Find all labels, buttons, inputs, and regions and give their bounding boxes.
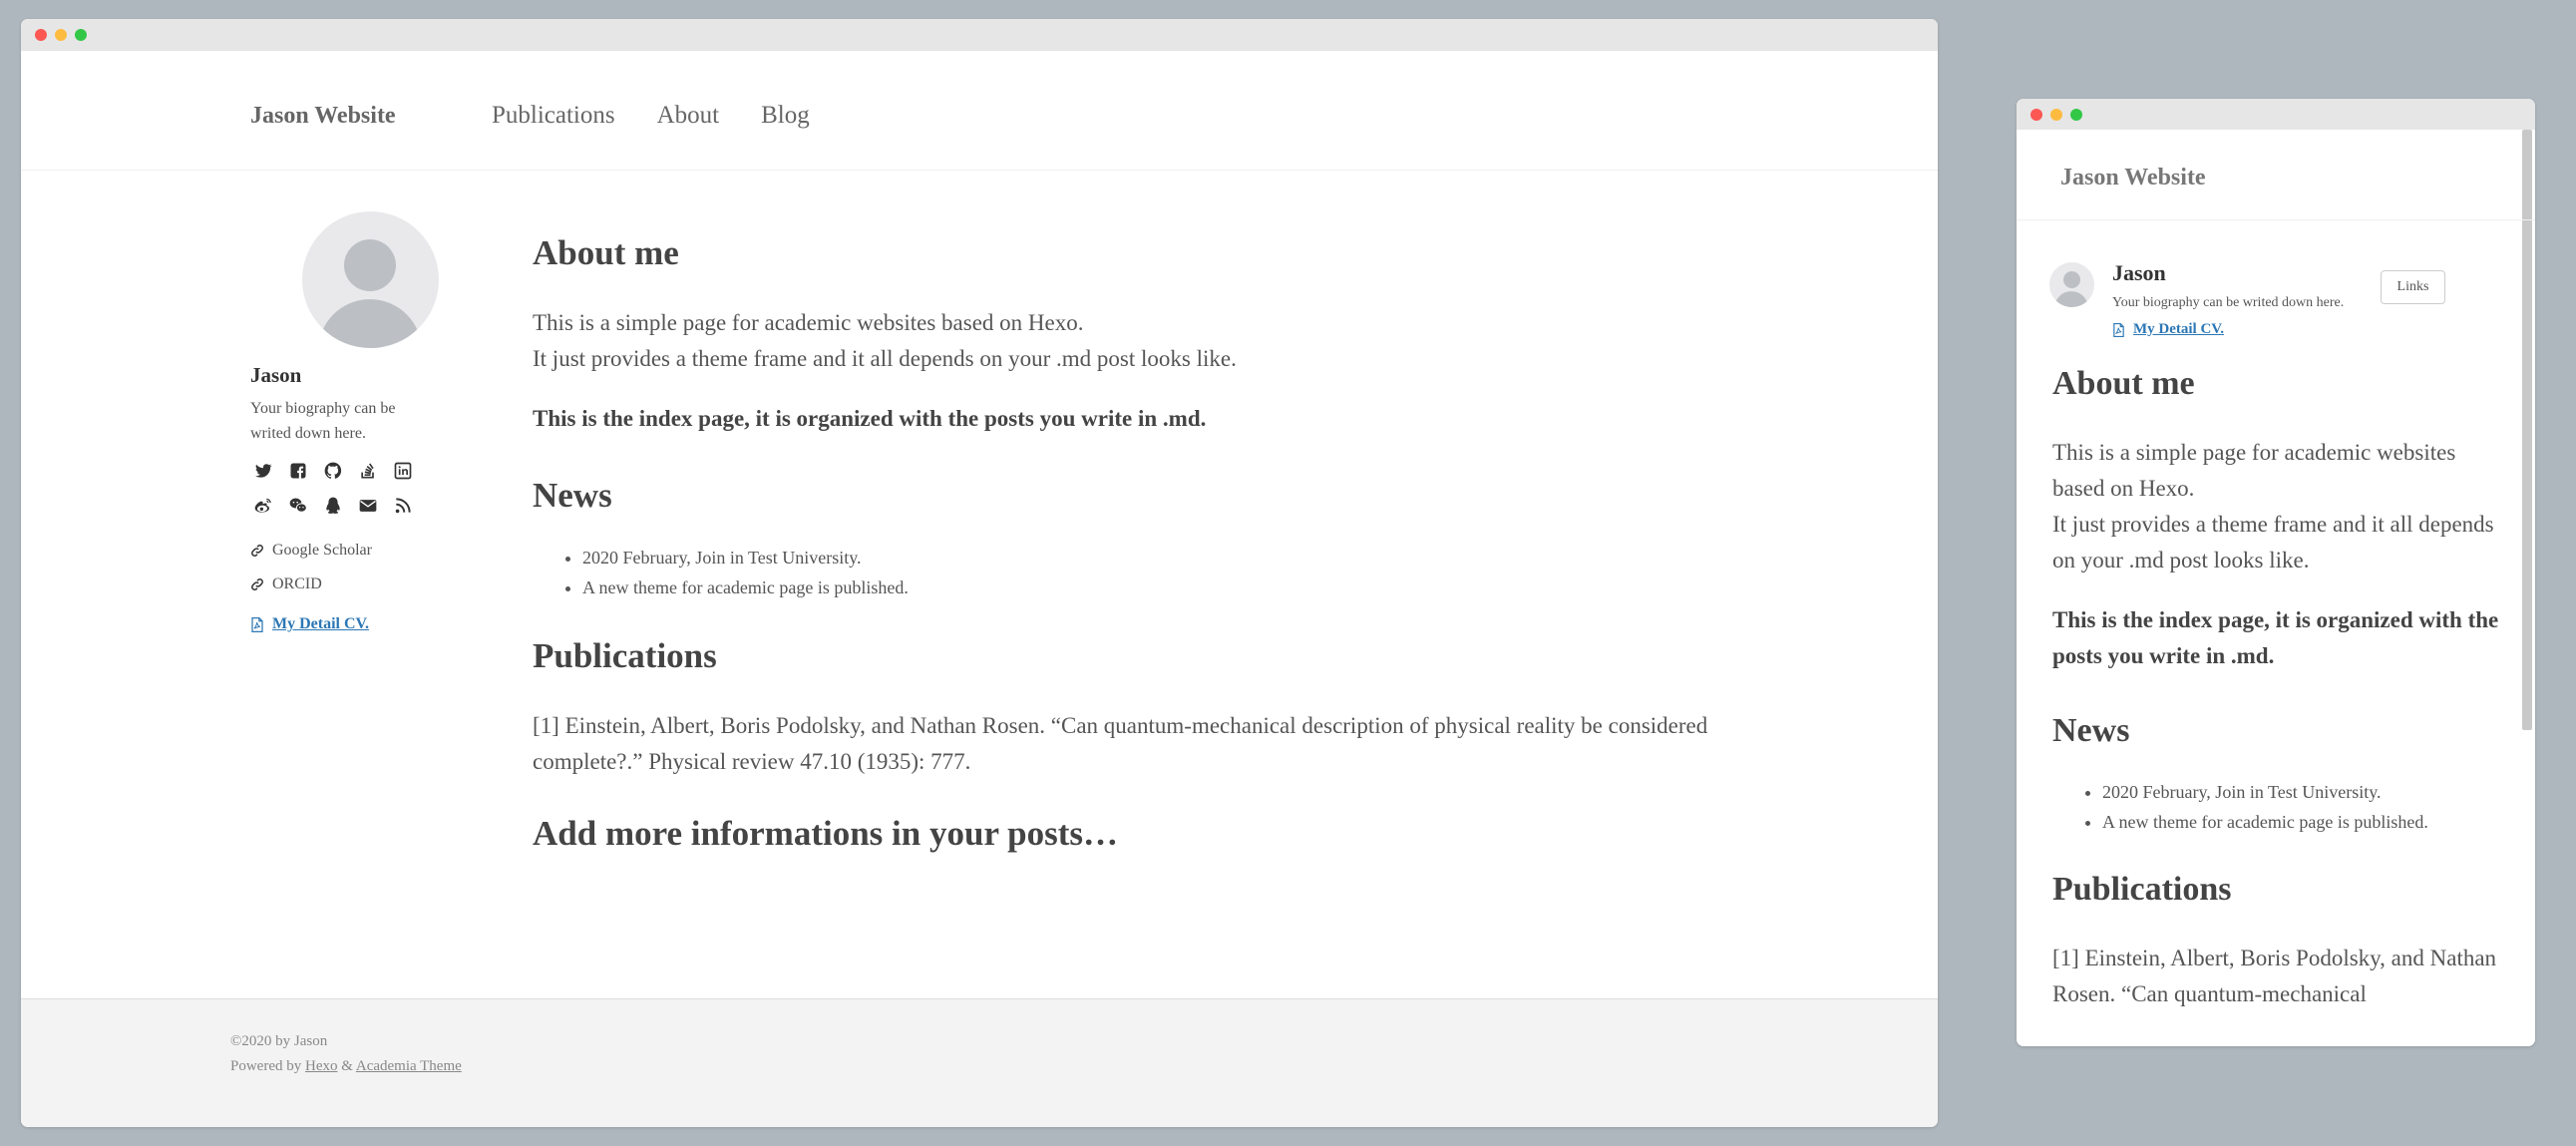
- minimize-window-button[interactable]: [2050, 109, 2062, 121]
- profile-name: Jason: [250, 363, 302, 387]
- link-icon: [251, 578, 263, 590]
- about-bold: This is the index page, it is organized …: [2052, 607, 2499, 668]
- twitter-icon[interactable]: [250, 458, 275, 483]
- profile-sidebar: Jason Your biography can be writed down …: [250, 211, 450, 633]
- profile-bio: Your biography can be writed down here.: [250, 400, 396, 442]
- rss-icon[interactable]: [390, 493, 415, 518]
- link-label: ORCID: [272, 575, 322, 592]
- about-line-2: It just provides a theme frame and it al…: [533, 346, 1237, 371]
- news-list: 2020 February, Join in Test University. …: [2052, 777, 2500, 837]
- qq-icon[interactable]: [320, 493, 345, 518]
- footer: ©2020 by Jason Powered by Hexo & Academi…: [21, 998, 1938, 1127]
- window-titlebar: [21, 19, 1938, 51]
- news-list: 2020 February, Join in Test University. …: [533, 543, 1709, 602]
- copyright-text: ©2020 by Jason: [230, 1033, 328, 1049]
- news-item: A new theme for academic page is publish…: [2102, 807, 2500, 837]
- google-scholar-link[interactable]: Google Scholar: [250, 534, 450, 568]
- social-icons-row-2: [250, 493, 450, 518]
- pdf-file-icon: [2113, 322, 2124, 337]
- minimize-window-button[interactable]: [55, 29, 67, 41]
- linkedin-icon[interactable]: [390, 458, 415, 483]
- links-button[interactable]: Links: [2381, 270, 2445, 304]
- nav-menu: Publications About Blog: [492, 102, 848, 130]
- email-icon[interactable]: [355, 493, 380, 518]
- site-brand[interactable]: Jason Website: [250, 103, 396, 130]
- about-heading: About me: [2052, 365, 2195, 402]
- cv-label: My Detail CV.: [2133, 321, 2224, 337]
- powered-by: Powered by Hexo & Academia Theme: [230, 1058, 462, 1074]
- external-links: Google Scholar ORCID: [250, 534, 450, 601]
- mobile-content: About me This is a simple page for acade…: [2017, 340, 2535, 1012]
- cv-link[interactable]: My Detail CV.: [250, 615, 450, 633]
- publications-heading: Publications: [533, 636, 717, 675]
- profile-bio: Your biography can be writed down here.: [2112, 295, 2345, 310]
- news-item: A new theme for academic page is publish…: [582, 573, 1709, 602]
- link-label: Google Scholar: [272, 542, 372, 559]
- weibo-icon[interactable]: [250, 493, 275, 518]
- desktop-window: Jason Website Publications About Blog Ja…: [21, 19, 1938, 1127]
- top-navbar: Jason Website Publications About Blog: [21, 51, 1938, 171]
- orcid-link[interactable]: ORCID: [250, 568, 450, 601]
- hexo-link[interactable]: Hexo: [305, 1058, 338, 1074]
- stackoverflow-icon[interactable]: [355, 458, 380, 483]
- close-window-button[interactable]: [2030, 109, 2042, 121]
- publication-item: [1] Einstein, Albert, Boris Podolsky, an…: [2052, 946, 2497, 1006]
- window-titlebar: [2017, 99, 2535, 130]
- mobile-viewport: Jason Website Jason Your biography can b…: [2017, 130, 2535, 1046]
- about-line-1: This is a simple page for academic websi…: [533, 310, 1084, 335]
- close-window-button[interactable]: [35, 29, 47, 41]
- more-info-heading: Add more informations in your posts…: [533, 814, 1118, 853]
- avatar: [2049, 262, 2094, 307]
- about-line-2: It just provides a theme frame and it al…: [2052, 512, 2494, 573]
- news-heading: News: [2052, 712, 2130, 749]
- pdf-file-icon: [251, 616, 263, 632]
- github-icon[interactable]: [320, 458, 345, 483]
- about-line-1: This is a simple page for academic websi…: [2052, 440, 2456, 501]
- cv-label: My Detail CV.: [272, 615, 370, 632]
- news-item: 2020 February, Join in Test University.: [582, 543, 1709, 573]
- link-icon: [251, 545, 263, 557]
- nav-publications[interactable]: Publications: [492, 102, 615, 129]
- maximize-window-button[interactable]: [75, 29, 87, 41]
- profile-name: Jason: [2112, 260, 2166, 285]
- mobile-navbar: Jason Website: [2017, 130, 2535, 220]
- main-content: About me This is a simple page for acade…: [533, 233, 1709, 854]
- publications-heading: Publications: [2052, 871, 2232, 908]
- facebook-icon[interactable]: [285, 458, 310, 483]
- about-bold: This is the index page, it is organized …: [533, 406, 1207, 431]
- news-heading: News: [533, 476, 612, 515]
- academia-theme-link[interactable]: Academia Theme: [356, 1058, 462, 1074]
- wechat-icon[interactable]: [285, 493, 310, 518]
- nav-blog[interactable]: Blog: [761, 102, 810, 129]
- publication-item: [1] Einstein, Albert, Boris Podolsky, an…: [533, 713, 1708, 774]
- mobile-window: Jason Website Jason Your biography can b…: [2017, 99, 2535, 1046]
- avatar: [302, 211, 439, 348]
- nav-about[interactable]: About: [657, 102, 720, 129]
- mobile-profile: Jason Your biography can be writed down …: [2017, 220, 2535, 340]
- social-icons-row-1: [250, 458, 450, 483]
- news-item: 2020 February, Join in Test University.: [2102, 777, 2500, 807]
- site-brand[interactable]: Jason Website: [2060, 165, 2206, 191]
- maximize-window-button[interactable]: [2070, 109, 2082, 121]
- about-heading: About me: [533, 233, 679, 272]
- cv-link[interactable]: My Detail CV.: [2112, 321, 2224, 338]
